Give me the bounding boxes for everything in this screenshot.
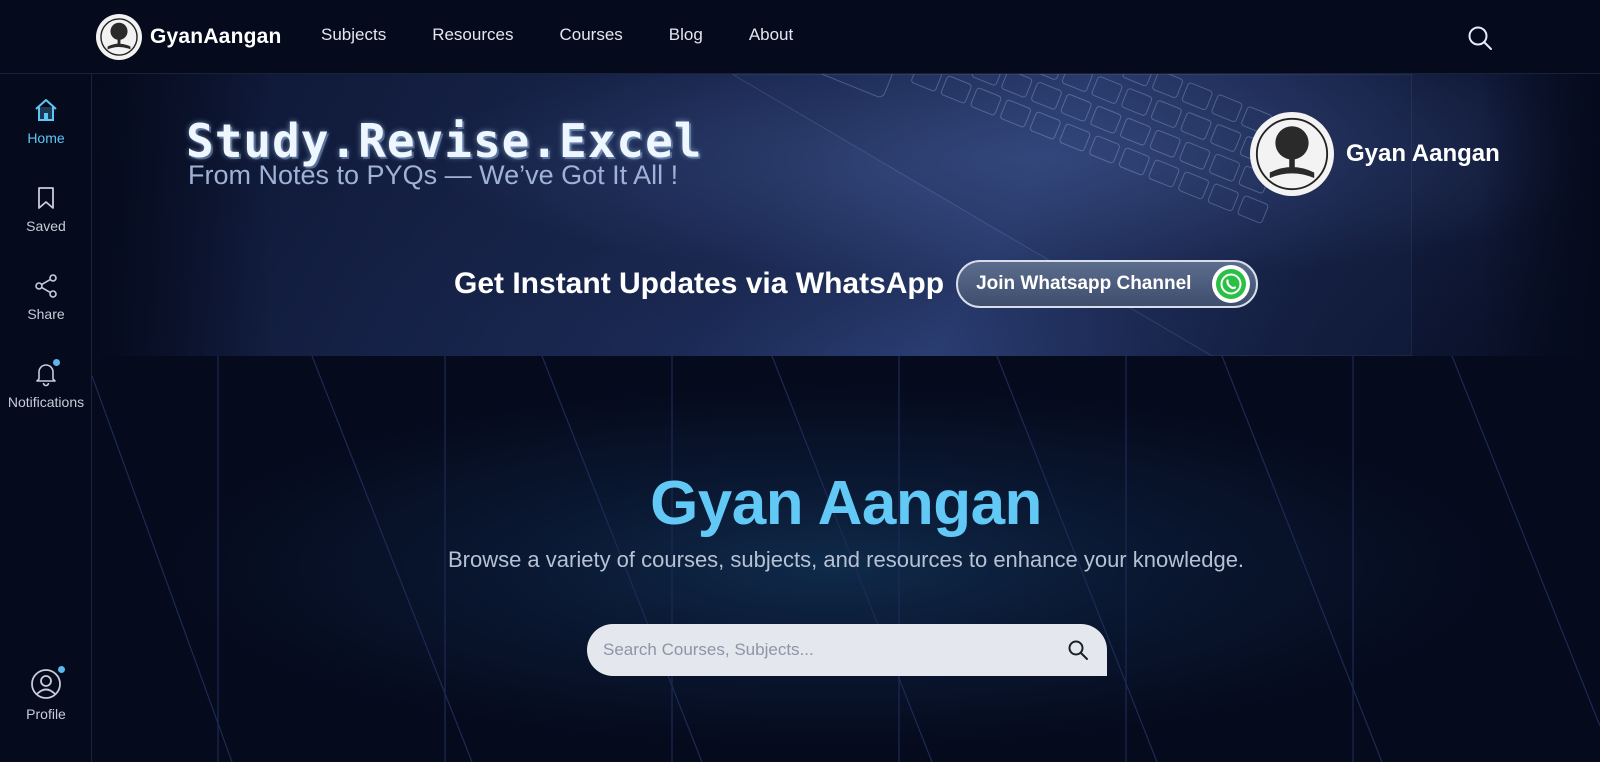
nav-blog[interactable]: Blog: [669, 24, 703, 46]
banner-brand: Gyan Aangan: [1250, 112, 1500, 196]
whatsapp-cta-text: Get Instant Updates via WhatsApp: [454, 267, 945, 300]
top-navbar: GyanAangan Subjects Resources Courses Bl…: [0, 0, 1600, 74]
bookmark-icon: [32, 184, 60, 212]
search-icon: [1468, 26, 1492, 50]
hero-search-bar: [587, 624, 1107, 676]
join-whatsapp-button[interactable]: Join Whatsapp Channel: [956, 260, 1259, 308]
sidebar-item-label: Profile: [26, 706, 66, 722]
nav-about[interactable]: About: [749, 24, 793, 46]
whatsapp-icon: [1212, 265, 1251, 303]
search-icon: [1068, 640, 1088, 660]
user-icon: [30, 664, 67, 700]
nav-subjects[interactable]: Subjects: [321, 24, 386, 46]
share-icon: [32, 272, 60, 300]
notification-badge: [51, 357, 62, 368]
banner-brand-name: Gyan Aangan: [1346, 140, 1500, 167]
nav-resources[interactable]: Resources: [432, 24, 513, 46]
profile-badge: [56, 664, 67, 675]
hero-title: Gyan Aangan: [650, 469, 1042, 538]
brand-name: GyanAangan: [150, 25, 282, 48]
sidebar-item-profile[interactable]: Profile: [0, 664, 92, 722]
tree-logo-icon: [96, 14, 142, 60]
sidebar-item-share[interactable]: Share: [0, 272, 92, 322]
sidebar-item-saved[interactable]: Saved: [0, 184, 92, 234]
nav-courses[interactable]: Courses: [559, 24, 622, 46]
sidebar: Home Saved Share Notifications Profile: [0, 74, 92, 762]
sidebar-item-home[interactable]: Home: [0, 96, 92, 146]
brand-link[interactable]: GyanAangan: [96, 14, 282, 60]
home-icon: [32, 96, 60, 124]
join-whatsapp-label: Join Whatsapp Channel: [976, 273, 1192, 294]
search-submit-button[interactable]: [1065, 637, 1091, 663]
header-search-button[interactable]: [1466, 24, 1494, 52]
sidebar-item-label: Home: [27, 130, 65, 146]
sidebar-item-label: Saved: [26, 218, 66, 234]
search-input[interactable]: [603, 640, 1065, 660]
main-nav: Subjects Resources Courses Blog About: [321, 24, 839, 46]
whatsapp-cta: Get Instant Updates via WhatsApp Join Wh…: [454, 260, 1259, 308]
promo-banner: Study.Revise.Excel From Notes to PYQs — …: [92, 74, 1600, 356]
sidebar-item-label: Share: [27, 306, 65, 322]
hero-section: Gyan Aangan Browse a variety of courses,…: [92, 356, 1600, 762]
hero-subtitle: Browse a variety of courses, subjects, a…: [447, 547, 1245, 572]
tree-logo-icon: [1250, 112, 1334, 196]
bell-icon: [32, 357, 62, 388]
sidebar-item-notifications[interactable]: Notifications: [0, 357, 92, 410]
banner-subline: From Notes to PYQs — We’ve Got It All !: [188, 160, 679, 190]
sidebar-item-label: Notifications: [7, 394, 85, 410]
